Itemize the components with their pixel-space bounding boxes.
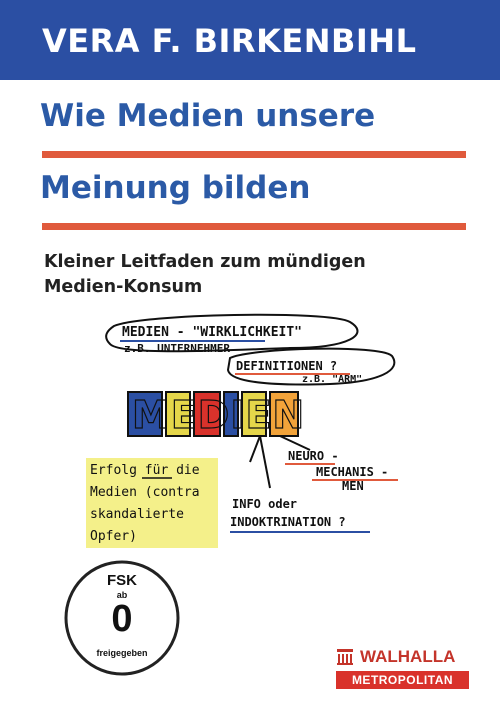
- neuro-line2: MECHANIS -: [316, 465, 388, 479]
- publisher-name-row: WALHALLA: [336, 647, 476, 667]
- left-note-line4: Opfer): [90, 529, 137, 544]
- fsk-label: FSK: [107, 572, 137, 589]
- temple-icon: [337, 649, 353, 665]
- info-line2: INDOKTRINATION ?: [230, 515, 346, 529]
- definitions-sub: z.B. "ARM": [302, 374, 362, 385]
- connector-bottom: [259, 435, 271, 489]
- title-line-1: Wie Medien unsere: [40, 98, 376, 134]
- left-note-line2: Medien (contra: [90, 485, 200, 500]
- connector-left: [249, 435, 261, 463]
- bubble1-line2: z.B. UNTERNEHMER: [124, 342, 230, 355]
- publisher-sub: METROPOLITAN: [336, 671, 469, 689]
- publisher-logo: WALHALLA METROPOLITAN: [336, 647, 476, 689]
- bubble1-line1: MEDIEN - "WIRKLICHKEIT": [122, 325, 302, 340]
- title-underline-1: [42, 151, 466, 158]
- neuro-line3: MEN: [342, 479, 364, 493]
- fsk-freigegeben: freigegeben: [96, 648, 148, 658]
- fsk-age: 0: [111, 598, 133, 640]
- publisher-name: WALHALLA: [360, 647, 456, 666]
- subtitle-line-2: Medien-Konsum: [44, 277, 203, 297]
- title-underline-2: [42, 223, 466, 230]
- title-line-2: Meinung bilden: [40, 170, 311, 206]
- left-note-line1: Erfolg für die: [90, 463, 200, 478]
- left-note-line3: skandalierte: [90, 507, 184, 522]
- fsk-rating-badge: FSK ab 0 freigegeben: [62, 558, 182, 678]
- definitions-text: DEFINITIONEN ?: [236, 359, 337, 373]
- medien-text: MEDIEN: [132, 393, 305, 437]
- connector-right: [279, 435, 311, 451]
- author-banner: VERA F. BIRKENBIHL: [0, 0, 500, 80]
- subtitle: Kleiner Leitfaden zum mündigen Medien-Ko…: [44, 250, 366, 300]
- neuro-line1: NEURO -: [288, 449, 339, 463]
- mindmap-sketch: MEDIEN - "WIRKLICHKEIT" z.B. UNTERNEHMER…: [86, 313, 398, 548]
- medien-logo: MEDIEN: [127, 391, 305, 438]
- author-name: VERA F. BIRKENBIHL: [42, 22, 417, 60]
- subtitle-line-1: Kleiner Leitfaden zum mündigen: [44, 252, 366, 272]
- info-line1: INFO oder: [232, 497, 297, 511]
